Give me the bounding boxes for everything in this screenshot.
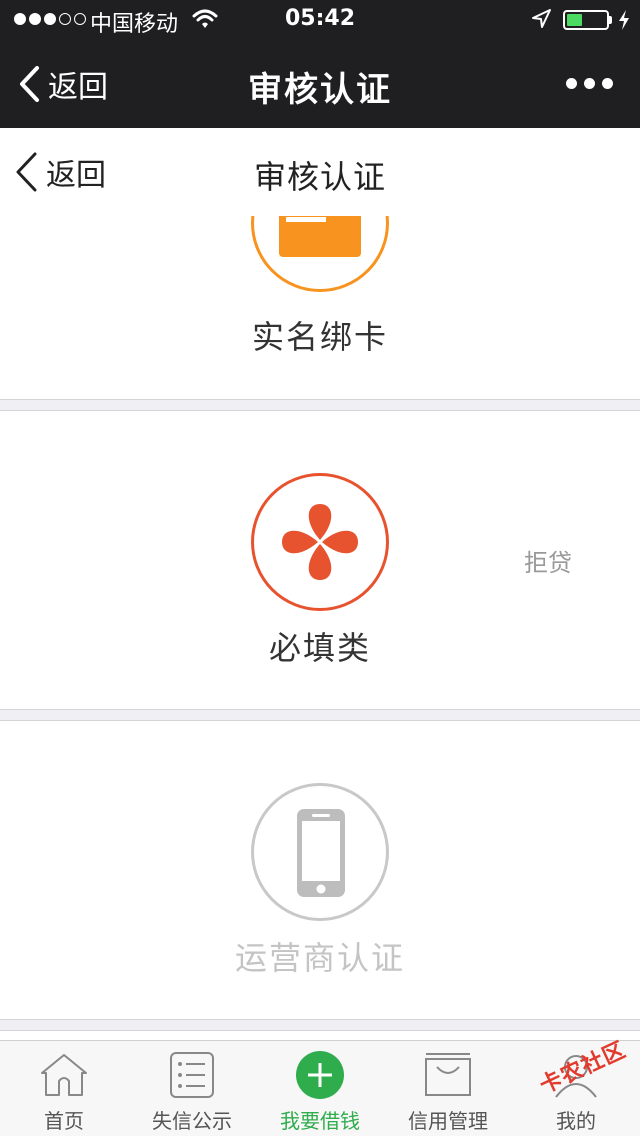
battery-icon [563,10,609,30]
section-label: 必填类 [268,629,371,667]
section-carrier-auth[interactable]: 运营商认证 [0,720,640,1020]
content-area: 实名绑卡 必填类 拒贷 运营商认证 [0,128,640,1040]
battery-level [567,14,582,26]
section-label: 运营商认证 [234,939,405,977]
bag-icon [425,1053,471,1096]
list-icon [170,1052,214,1098]
plus-circle-icon [296,1051,344,1099]
nav-title: 审核认证 [248,70,392,110]
section-next [0,1030,640,1040]
tab-label: 我的 [556,1109,596,1133]
more-icon[interactable] [566,78,613,89]
section-label: 实名绑卡 [251,318,388,356]
phone-icon [297,809,345,897]
battery-nub [609,16,612,24]
tab-borrow[interactable]: 我要借钱 [256,1041,384,1136]
four-petal-icon [282,504,358,580]
tab-label: 首页 [44,1109,84,1133]
four-petal-icon-circle[interactable] [251,473,389,611]
tab-label: 失信公示 [152,1109,232,1133]
tab-home[interactable]: 首页 [0,1041,128,1136]
tab-label: 我要借钱 [280,1109,360,1133]
tab-label: 信用管理 [408,1109,488,1133]
nav-bar: 返回 审核认证 [0,40,640,128]
section-required[interactable]: 必填类 拒贷 [0,410,640,710]
top-bar: 中国移动 05:42 返回 审核认证 [0,0,640,128]
status-bar: 中国移动 05:42 [0,0,640,40]
location-arrow-icon [532,9,551,28]
tab-credit[interactable]: 信用管理 [384,1041,512,1136]
page-title: 审核认证 [253,158,386,196]
tab-blacklist[interactable]: 失信公示 [128,1041,256,1136]
status-text: 拒贷 [524,549,572,577]
page-header: 返回 审核认证 [0,128,640,216]
charging-bolt-icon [619,10,629,30]
phone-icon-circle[interactable] [251,783,389,921]
home-icon [41,1054,87,1096]
